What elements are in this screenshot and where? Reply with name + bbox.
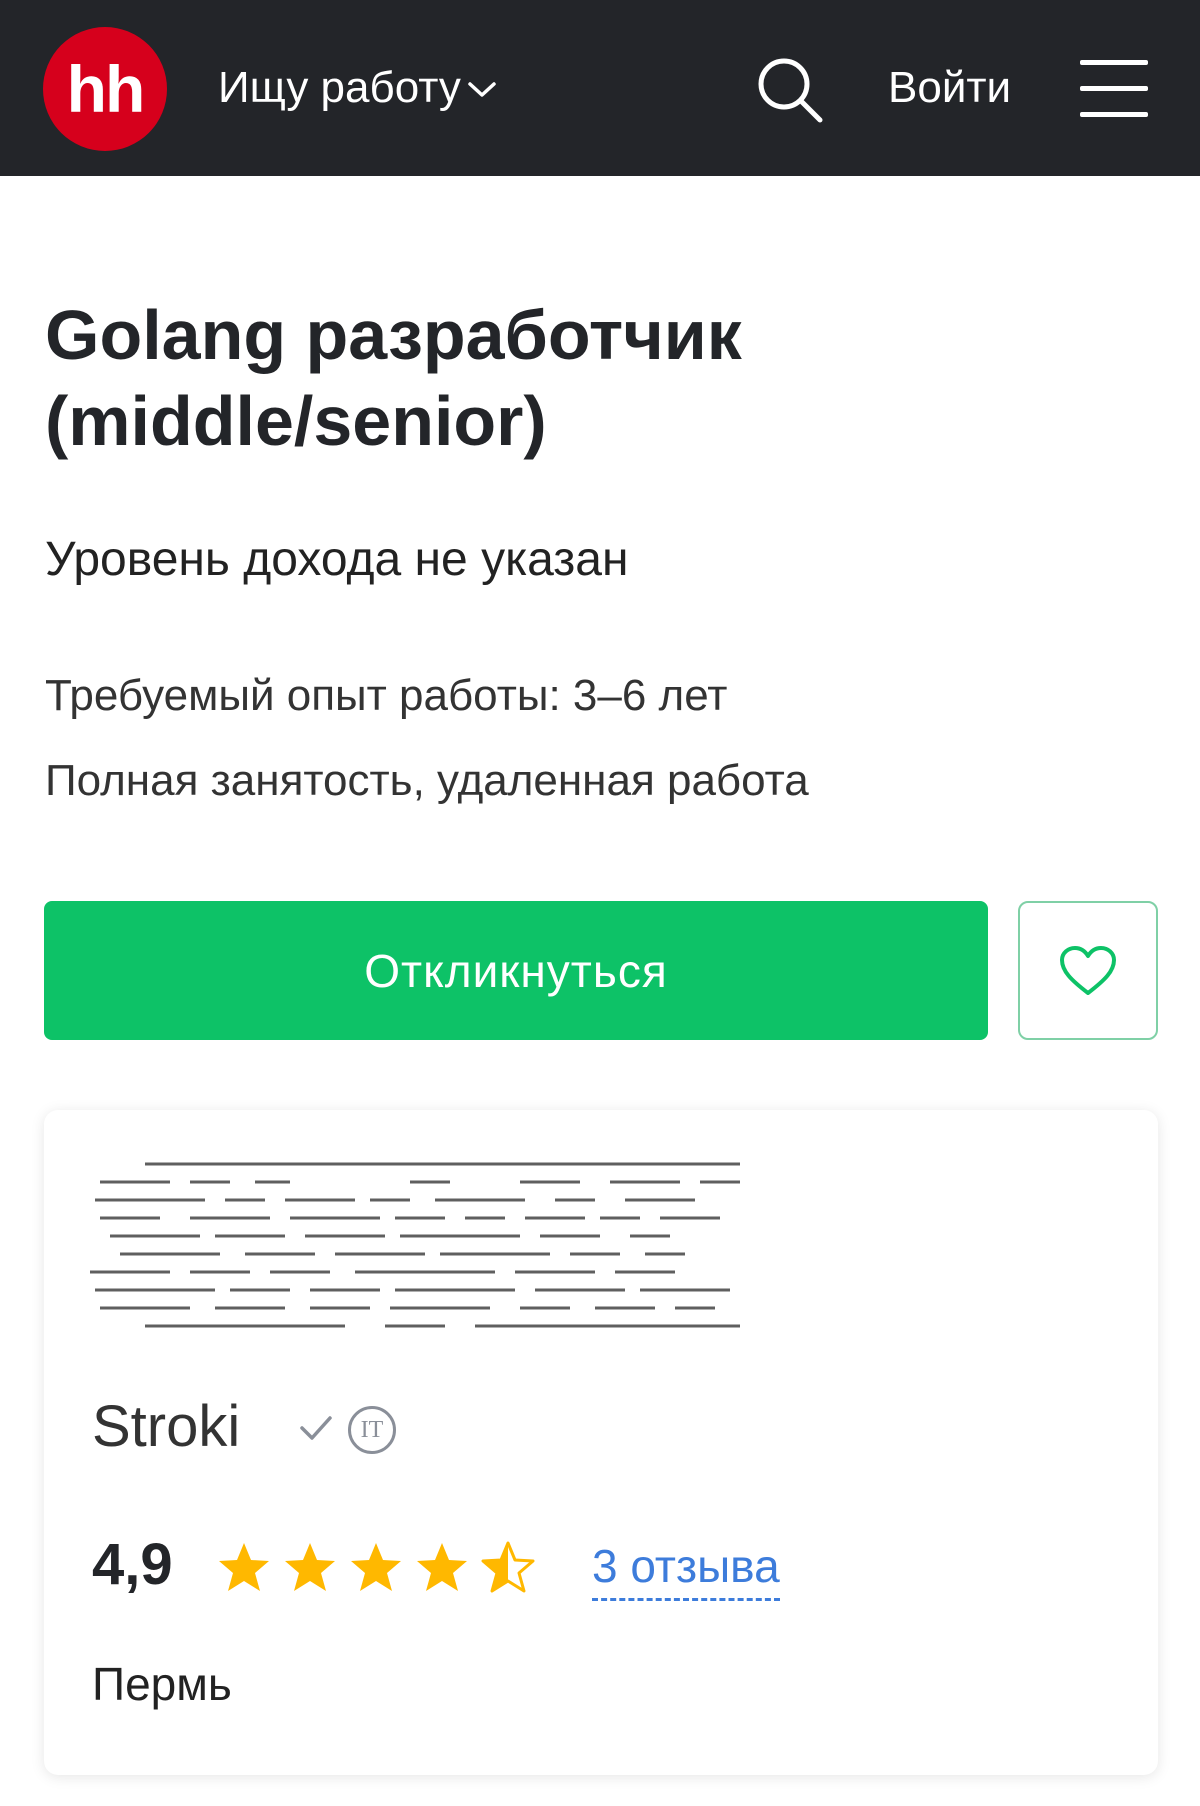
login-button[interactable]: Войти	[888, 58, 1011, 118]
salary-text: Уровень дохода не указан	[45, 533, 629, 586]
star-icon	[351, 1543, 401, 1591]
star-icon	[417, 1543, 467, 1591]
company-logo-image	[90, 1162, 740, 1328]
verified-check-icon	[300, 1416, 332, 1440]
heart-icon	[1060, 945, 1116, 995]
star-icon	[219, 1543, 269, 1591]
company-city: Пермь	[92, 1658, 232, 1710]
role-selector[interactable]: Ищу работу	[218, 56, 497, 120]
experience-text: Требуемый опыт работы: 3–6 лет	[45, 671, 728, 720]
vacancy-title: Golang разработчик (middle/senior)	[45, 296, 742, 460]
it-badge-icon: IT	[348, 1406, 396, 1454]
rating-stars	[216, 1540, 536, 1596]
reviews-link[interactable]: 3 отзыва	[592, 1536, 780, 1601]
rating-value: 4,9	[92, 1532, 173, 1597]
top-navigation-bar: hh Ищу работу Войти	[0, 0, 1200, 176]
star-icon	[285, 1543, 335, 1591]
favorite-button[interactable]	[1018, 901, 1158, 1040]
menu-icon[interactable]	[1080, 58, 1148, 120]
half-star-icon	[481, 1541, 535, 1593]
company-card[interactable]: Stroki IT 4,9 3 отзыва Пермь	[44, 1110, 1158, 1775]
employment-text: Полная занятость, удаленная работа	[45, 756, 809, 805]
apply-button[interactable]: Откликнуться	[44, 901, 988, 1040]
search-icon[interactable]	[756, 56, 824, 124]
chevron-down-icon	[468, 82, 496, 97]
company-name[interactable]: Stroki	[92, 1392, 240, 1462]
hh-logo[interactable]: hh	[43, 27, 167, 151]
role-selector-label: Ищу работу	[218, 63, 461, 112]
